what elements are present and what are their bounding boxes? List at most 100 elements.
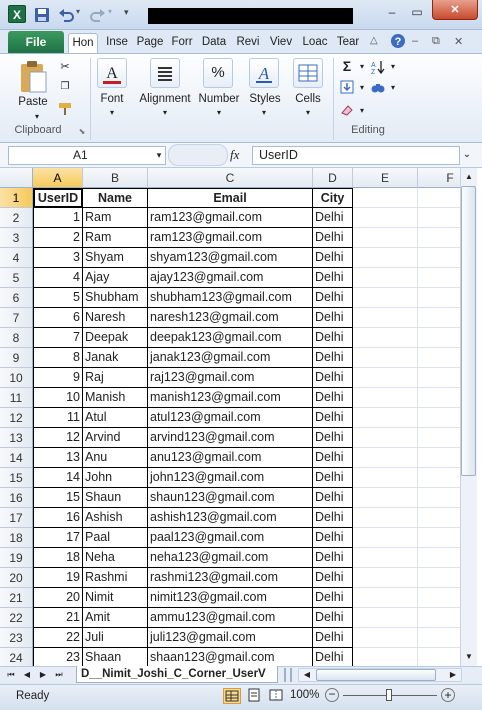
table-cell[interactable]: shubham123@gmail.com [148, 288, 313, 308]
table-cell[interactable]: Delhi [313, 208, 353, 228]
table-cell[interactable]: Shubham [83, 288, 148, 308]
table-cell[interactable]: paal123@gmail.com [148, 528, 313, 548]
empty-cell[interactable] [353, 648, 418, 666]
cells-icon[interactable] [293, 58, 323, 88]
table-cell[interactable]: 18 [33, 548, 83, 568]
last-sheet-icon[interactable]: ⏭ [52, 668, 66, 682]
table-cell[interactable]: Atul [83, 408, 148, 428]
restore-button[interactable]: ▭ [405, 2, 429, 22]
empty-cell[interactable] [418, 248, 460, 268]
tab-view[interactable]: Viev [268, 33, 294, 53]
empty-cell[interactable] [418, 628, 460, 648]
table-cell[interactable]: Paal [83, 528, 148, 548]
excel-app-icon[interactable]: X [8, 5, 26, 23]
row-header[interactable]: 19 [0, 548, 33, 568]
page-layout-view-icon[interactable] [246, 688, 264, 704]
column-header[interactable]: E [353, 168, 418, 188]
table-cell[interactable]: 6 [33, 308, 83, 328]
table-cell[interactable]: 11 [33, 408, 83, 428]
row-header[interactable]: 11 [0, 388, 33, 408]
alignment-icon[interactable] [150, 58, 180, 88]
copy-icon[interactable]: ❐ [58, 80, 72, 94]
clear-dropdown-icon[interactable]: ▾ [355, 104, 369, 118]
zoom-in-icon[interactable]: + [441, 688, 455, 702]
number-dropdown-icon[interactable]: ▾ [212, 106, 226, 120]
empty-cell[interactable] [418, 348, 460, 368]
empty-cell[interactable] [353, 348, 418, 368]
empty-cell[interactable] [353, 288, 418, 308]
empty-cell[interactable] [418, 308, 460, 328]
table-cell[interactable]: Ajay [83, 268, 148, 288]
styles-button[interactable]: Styles [246, 93, 284, 105]
row-header[interactable]: 8 [0, 328, 33, 348]
table-cell[interactable]: Ram [83, 228, 148, 248]
row-header[interactable]: 14 [0, 448, 33, 468]
zoom-out-icon[interactable]: − [325, 688, 339, 702]
horizontal-scroll-thumb[interactable] [316, 669, 436, 681]
first-sheet-icon[interactable]: ⏮ [4, 668, 18, 682]
table-cell[interactable]: Deepak [83, 328, 148, 348]
row-header[interactable]: 23 [0, 628, 33, 648]
table-cell[interactable]: ammu123@gmail.com [148, 608, 313, 628]
row-header[interactable]: 9 [0, 348, 33, 368]
empty-cell[interactable] [418, 528, 460, 548]
table-cell[interactable]: Arvind [83, 428, 148, 448]
table-cell[interactable]: 16 [33, 508, 83, 528]
clipboard-dialog-launcher-icon[interactable]: ⬊ [75, 125, 89, 139]
empty-cell[interactable] [418, 188, 460, 208]
tab-file[interactable]: File [8, 31, 64, 53]
workbook-restore-icon[interactable]: ⧉ [432, 35, 448, 51]
table-cell[interactable]: Amit [83, 608, 148, 628]
redo-icon[interactable] [90, 7, 106, 23]
empty-cell[interactable] [353, 568, 418, 588]
row-header[interactable]: 13 [0, 428, 33, 448]
autosum-dropdown-icon[interactable]: ▾ [355, 60, 369, 74]
empty-cell[interactable] [353, 188, 418, 208]
table-cell[interactable]: deepak123@gmail.com [148, 328, 313, 348]
table-cell[interactable]: 9 [33, 368, 83, 388]
tab-team[interactable]: Tear [334, 33, 362, 53]
minimize-button[interactable]: – [380, 2, 404, 22]
table-cell[interactable]: 8 [33, 348, 83, 368]
save-icon[interactable] [34, 7, 50, 23]
next-sheet-icon[interactable]: ▶ [36, 668, 50, 682]
table-cell[interactable]: Janak [83, 348, 148, 368]
table-cell[interactable]: 3 [33, 248, 83, 268]
table-cell[interactable]: Manish [83, 388, 148, 408]
row-header[interactable]: 10 [0, 368, 33, 388]
empty-cell[interactable] [353, 388, 418, 408]
empty-cell[interactable] [418, 608, 460, 628]
table-cell[interactable]: Delhi [313, 428, 353, 448]
close-button[interactable]: ✕ [432, 0, 478, 20]
empty-cell[interactable] [353, 548, 418, 568]
paste-button[interactable]: Paste [14, 96, 52, 108]
cells-dropdown-icon[interactable]: ▾ [301, 106, 315, 120]
prev-sheet-icon[interactable]: ◀ [20, 668, 34, 682]
scroll-right-icon[interactable]: ▶ [446, 668, 460, 682]
empty-cell[interactable] [353, 448, 418, 468]
table-cell[interactable]: raj123@gmail.com [148, 368, 313, 388]
table-cell[interactable]: Neha [83, 548, 148, 568]
undo-icon[interactable] [58, 7, 74, 23]
styles-icon[interactable]: A [249, 58, 279, 88]
table-cell[interactable]: Anu [83, 448, 148, 468]
table-cell[interactable]: 21 [33, 608, 83, 628]
alignment-button[interactable]: Alignment [136, 93, 194, 105]
empty-cell[interactable] [353, 228, 418, 248]
table-cell[interactable]: Delhi [313, 568, 353, 588]
table-cell[interactable]: 15 [33, 488, 83, 508]
page-break-view-icon[interactable] [268, 688, 286, 704]
table-cell[interactable]: ashish123@gmail.com [148, 508, 313, 528]
row-header[interactable]: 17 [0, 508, 33, 528]
row-header[interactable]: 4 [0, 248, 33, 268]
table-cell[interactable]: shaan123@gmail.com [148, 648, 313, 666]
table-cell[interactable]: ram123@gmail.com [148, 208, 313, 228]
table-cell[interactable]: 22 [33, 628, 83, 648]
empty-cell[interactable] [353, 428, 418, 448]
row-header[interactable]: 12 [0, 408, 33, 428]
empty-cell[interactable] [418, 428, 460, 448]
row-header[interactable]: 5 [0, 268, 33, 288]
table-cell[interactable]: Nimit [83, 588, 148, 608]
table-cell[interactable]: Delhi [313, 388, 353, 408]
row-header[interactable]: 20 [0, 568, 33, 588]
